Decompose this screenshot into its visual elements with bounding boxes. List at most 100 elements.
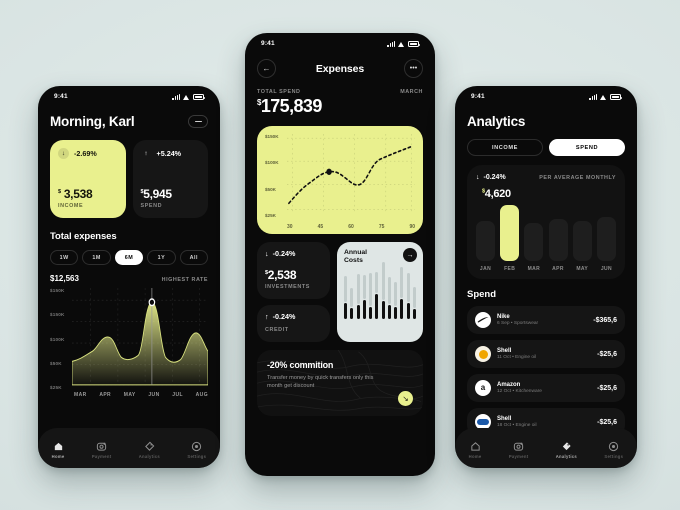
wifi-icon bbox=[600, 94, 607, 100]
delta-group: ↓ -0.24% bbox=[476, 174, 506, 181]
chart-y-axis: $150K $100K $50K $25K bbox=[265, 134, 287, 218]
tx-sub: 6 Sep • Sportswear bbox=[497, 321, 539, 327]
y-tick: $150K bbox=[265, 134, 279, 139]
income-pct: -2.69% bbox=[74, 149, 97, 158]
y-tick: $100K bbox=[50, 336, 65, 342]
bar-pair bbox=[344, 275, 347, 319]
bar-may[interactable] bbox=[572, 221, 592, 261]
back-button[interactable]: ← bbox=[257, 59, 276, 78]
income-card[interactable]: ↓ -2.69% $ 3,538 INCOME bbox=[50, 140, 126, 218]
status-icons bbox=[387, 40, 420, 47]
range-selector: 1W 1M 6M 1Y All bbox=[50, 250, 209, 265]
cellular-signal-icon bbox=[172, 93, 180, 100]
arrow-down-icon: ↓ bbox=[58, 148, 69, 159]
arrow-up-icon: ↑ bbox=[265, 312, 269, 321]
investments-card[interactable]: ↓ -0.24% $2,538 INVESTMENTS bbox=[257, 242, 330, 299]
x-tick: JUN bbox=[600, 266, 613, 272]
spend-value: 5,945 bbox=[143, 187, 172, 201]
status-icons bbox=[172, 93, 205, 100]
range-all[interactable]: All bbox=[179, 250, 209, 265]
annual-costs-card[interactable]: → Annual Costs bbox=[337, 242, 423, 342]
total-spend-label: TOTAL SPEND bbox=[257, 89, 301, 95]
range-1y[interactable]: 1Y bbox=[147, 250, 176, 265]
more-button[interactable]: ••• bbox=[403, 59, 423, 78]
stat-cards: ↓ -2.69% $ 3,538 INCOME ↑ +5.24% $5,945 bbox=[50, 140, 208, 218]
nav-item-analytics[interactable]: Analytics bbox=[139, 441, 160, 459]
mid-cards: ↓ -0.24% $2,538 INVESTMENTS ↑ -0.24% CRE… bbox=[257, 242, 423, 342]
delta-value: -0.24% bbox=[483, 174, 506, 181]
x-tick: MAY bbox=[123, 392, 136, 398]
bar-pair bbox=[406, 272, 410, 319]
spend-card[interactable]: ↑ +5.24% $5,945 SPEND bbox=[132, 140, 208, 218]
nav-item-payment[interactable]: Payment bbox=[509, 441, 529, 459]
promo-banner[interactable]: -20% commition Transfer money by quick t… bbox=[257, 350, 423, 416]
spend-label: SPEND bbox=[140, 203, 163, 209]
bar-pair bbox=[412, 286, 416, 319]
delta-caption: PER AVERAGE MONTHLY bbox=[539, 174, 616, 181]
income-value: 3,538 bbox=[63, 187, 93, 201]
status-bar: 9:41 bbox=[455, 86, 637, 102]
nav-item-payment[interactable]: Payment bbox=[92, 441, 112, 459]
battery-icon bbox=[408, 41, 420, 47]
phone-home-screen: 9:41 Morning, Karl ↓ -2.69% $ 3,538 INCO… bbox=[38, 86, 220, 468]
tab-spend[interactable]: SPEND bbox=[549, 139, 625, 156]
x-tick: AUG bbox=[195, 392, 208, 398]
status-time: 9:41 bbox=[471, 93, 485, 100]
investments-value: 2,538 bbox=[267, 268, 297, 282]
bar-jun[interactable] bbox=[596, 217, 616, 261]
cellular-signal-icon bbox=[589, 93, 597, 100]
investments-label: INVESTMENTS bbox=[265, 284, 310, 290]
expenses-line-chart[interactable]: $150K $100K $50K $25K 30 45 60 75 90 bbox=[257, 126, 423, 234]
nav-item-home[interactable]: Home bbox=[52, 441, 65, 459]
table-row[interactable]: Nike 6 Sep • Sportswear -$365,6 bbox=[467, 306, 625, 334]
total-expenses-chart[interactable]: $150K $150K $100K $50K $25K bbox=[50, 288, 209, 390]
nav-label: Home bbox=[468, 454, 482, 459]
promo-action-button[interactable]: ↘ bbox=[398, 391, 413, 406]
total-spend-amount: $175,839 bbox=[257, 96, 423, 117]
bar-jan[interactable] bbox=[476, 221, 495, 261]
credit-card[interactable]: ↑ -0.24% CREDIT bbox=[257, 305, 330, 342]
x-tick: JUL bbox=[172, 392, 183, 398]
tx-name: Nike bbox=[497, 313, 510, 320]
bottom-nav: Home Payment Analytics Settings bbox=[455, 428, 637, 468]
x-tick: APR bbox=[99, 392, 112, 398]
range-6m[interactable]: 6M bbox=[114, 250, 144, 265]
nav-item-analytics[interactable]: Analytics bbox=[556, 441, 577, 459]
tx-amount: -$25,6 bbox=[597, 418, 617, 426]
bar-mar[interactable] bbox=[524, 223, 544, 261]
status-time: 9:41 bbox=[54, 93, 68, 100]
tx-sub: 11 Oct • Engine oil bbox=[497, 355, 537, 361]
nav-item-home[interactable]: Home bbox=[469, 441, 482, 459]
credit-change: ↑ -0.24% bbox=[265, 312, 322, 321]
nike-swoosh-icon bbox=[475, 312, 491, 328]
page-title: Morning, Karl bbox=[50, 114, 135, 129]
header: ← Expenses ••• bbox=[257, 59, 423, 78]
nav-item-settings[interactable]: Settings bbox=[187, 441, 206, 459]
bar-pair bbox=[381, 261, 385, 319]
promo-headline: -20% commition bbox=[267, 360, 334, 370]
annual-title-line1: Annual bbox=[344, 249, 368, 256]
tab-income[interactable]: INCOME bbox=[467, 139, 543, 156]
tx-info: Nike 6 Sep • Sportswear bbox=[497, 314, 538, 327]
nav-item-settings[interactable]: Settings bbox=[604, 441, 623, 459]
y-tick: $25K bbox=[265, 212, 276, 218]
range-1m[interactable]: 1M bbox=[82, 250, 111, 265]
bar-apr[interactable] bbox=[548, 219, 568, 261]
table-row[interactable]: Shell 11 Oct • Engine oil -$25,6 bbox=[467, 340, 625, 368]
monthly-spend-card[interactable]: ↓ -0.24% PER AVERAGE MONTHLY $4,620 JAN bbox=[467, 165, 625, 279]
table-row[interactable]: a Amazon 12 Oct • Kitchenware -$25,6 bbox=[467, 374, 625, 402]
arrow-right-icon[interactable]: → bbox=[403, 248, 417, 262]
bar-pair bbox=[400, 266, 404, 319]
bar-feb[interactable] bbox=[500, 205, 520, 261]
bar-pair bbox=[356, 273, 360, 319]
menu-button[interactable] bbox=[188, 115, 208, 128]
chart-plot-area bbox=[71, 288, 209, 390]
x-tick: JUN bbox=[148, 392, 160, 398]
credit-label: CREDIT bbox=[265, 327, 289, 333]
highlight-value: 4,620 bbox=[484, 188, 511, 200]
range-1w[interactable]: 1W bbox=[50, 250, 79, 265]
x-tick: JAN bbox=[479, 266, 492, 272]
page-title: Analytics bbox=[467, 114, 526, 129]
tx-amount: -$25,6 bbox=[597, 384, 617, 392]
status-icons bbox=[589, 93, 622, 100]
